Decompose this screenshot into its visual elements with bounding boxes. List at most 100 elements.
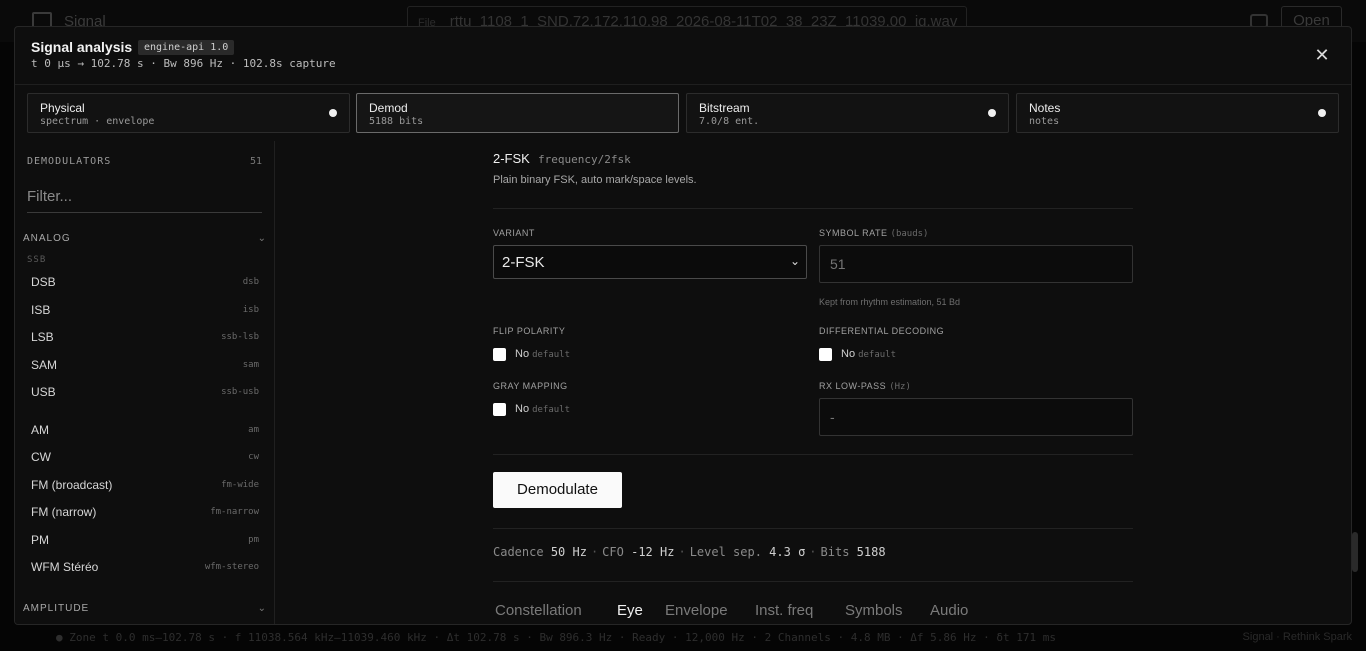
sidebar-item-sam[interactable]: SAM sam (23, 354, 259, 378)
item-code: fm-wide (221, 480, 259, 490)
tab-label: Notes (1029, 101, 1061, 115)
sidebar-item-isb[interactable]: ISB isb (23, 299, 259, 323)
group-label: AMPLITUDE (23, 603, 90, 614)
item-code: ssb-usb (221, 387, 259, 397)
tab-inst-freq[interactable]: Inst. freq (755, 602, 813, 619)
group-label: ANALOG (23, 233, 71, 244)
level-sep-label: Level sep. (689, 545, 762, 559)
item-code: isb (242, 305, 259, 315)
tab-sub: spectrum · envelope (40, 116, 155, 127)
sidebar-heading: DEMODULATORS (27, 156, 112, 167)
bits-value: 5188 (856, 545, 886, 559)
demod-config-panel: 2-FSK frequency/2fsk Plain binary FSK, a… (493, 141, 1133, 624)
rx-lowpass-input[interactable] (819, 398, 1133, 436)
close-icon[interactable]: ✕ (1312, 45, 1332, 65)
tab-sub: 5188 bits (369, 116, 424, 127)
tab-label: Bitstream (699, 101, 750, 115)
modal-title: Signal analysis (31, 39, 133, 55)
flip-value-text: No (515, 348, 530, 360)
flip-polarity-value: No default (515, 348, 570, 360)
default-tag: default (532, 350, 570, 360)
gray-value-text: No (515, 403, 530, 415)
sidebar-item-cw[interactable]: CW cw (23, 446, 259, 470)
cadence-value: 50 Hz (550, 545, 587, 559)
differential-decoding-checkbox[interactable] (819, 348, 832, 361)
group-analog[interactable]: ANALOG ⌄ (23, 233, 267, 244)
algorithm-name: 2-FSK (493, 151, 530, 166)
page-scrollbar[interactable] (1352, 532, 1358, 572)
item-name: AM (31, 423, 49, 437)
gray-mapping-value: No default (515, 403, 570, 415)
sidebar-item-wfm-stereo[interactable]: WFM Stéréo wfm-stereo (23, 556, 259, 580)
tab-physical[interactable]: Physical spectrum · envelope (27, 93, 350, 133)
item-code: wfm-stereo (204, 562, 259, 572)
item-name: FM (broadcast) (31, 478, 113, 492)
tab-eye[interactable]: Eye (617, 602, 643, 619)
divider (493, 454, 1133, 455)
differential-decoding-value: No default (841, 348, 896, 360)
variant-select[interactable]: 2-FSK ⌄ (493, 245, 807, 279)
diff-value-text: No (841, 348, 856, 360)
demodulator-sidebar: DEMODULATORS 51 ANALOG ⌄ SSB DSB dsb ISB i… (15, 141, 275, 624)
tab-audio[interactable]: Audio (930, 602, 968, 619)
tab-constellation[interactable]: Constellation (495, 602, 582, 619)
divider (493, 581, 1133, 582)
item-code: sam (242, 360, 259, 370)
variant-label: VARIANT (493, 228, 535, 238)
item-code: am (248, 425, 259, 435)
sidebar-item-dsb[interactable]: DSB dsb (23, 271, 259, 295)
tab-demod[interactable]: Demod 5188 bits (356, 93, 679, 133)
sidebar-item-lsb[interactable]: LSB ssb-lsb (23, 326, 259, 350)
flip-polarity-checkbox[interactable] (493, 348, 506, 361)
demodulate-button[interactable]: Demodulate (493, 472, 622, 508)
sidebar-item-usb[interactable]: USB ssb-usb (23, 381, 259, 405)
bits-label: Bits (820, 545, 850, 559)
default-tag: default (858, 350, 896, 360)
item-name: PM (31, 533, 49, 547)
group-amplitude[interactable]: AMPLITUDE ⌄ (23, 603, 267, 614)
status-dot-icon (329, 109, 337, 117)
filter-input[interactable] (27, 181, 262, 213)
tab-sub: 7.0/8 ent. (699, 116, 760, 127)
item-code: fm-narrow (210, 507, 259, 517)
tab-symbols[interactable]: Symbols (845, 602, 903, 619)
status-bar: ● Zone t 0.0 ms–102.78 s · f 11038.564 k… (56, 631, 1057, 644)
symbol-rate-hint: Kept from rhythm estimation, 51 Bd (819, 297, 961, 307)
sidebar-item-am[interactable]: AM am (23, 419, 259, 443)
symbol-rate-input[interactable] (819, 245, 1133, 283)
item-name: FM (narrow) (31, 505, 97, 519)
tab-bitstream[interactable]: Bitstream 7.0/8 ent. (686, 93, 1009, 133)
demod-stats: Cadence 50 Hz · CFO -12 Hz · Level sep. 4.3 … (493, 545, 886, 559)
divider (493, 528, 1133, 529)
item-code: ssb-lsb (221, 332, 259, 342)
default-tag: default (532, 405, 570, 415)
status-right: Signal · Rethink Spark (1242, 631, 1352, 643)
sidebar-item-pm[interactable]: PM pm (23, 529, 259, 553)
status-dot-icon (1318, 109, 1326, 117)
item-name: ISB (31, 303, 51, 317)
sidebar-item-fm-wide[interactable]: FM (broadcast) fm-wide (23, 474, 259, 498)
item-name: DSB (31, 275, 56, 289)
tab-sub: notes (1029, 116, 1060, 127)
algorithm-description: Plain binary FSK, auto mark/space levels… (493, 174, 697, 186)
tab-envelope[interactable]: Envelope (665, 602, 728, 619)
tab-label: Demod (369, 101, 408, 115)
rx-lowpass-unit: (Hz) (889, 382, 911, 392)
algorithm-id: frequency/2fsk (538, 153, 631, 166)
sidebar-count: 51 (249, 156, 262, 167)
chevron-down-icon: ⌄ (257, 603, 267, 614)
item-name: CW (31, 450, 51, 464)
sidebar-item-fm-narrow[interactable]: FM (narrow) fm-narrow (23, 501, 259, 525)
level-sep-value: 4.3 σ (769, 545, 806, 559)
item-name: WFM Stéréo (31, 560, 99, 574)
api-badge: engine-api 1.0 (138, 40, 235, 55)
stage-tabs: Physical spectrum · envelope Demod 5188 … (27, 93, 1341, 133)
divider (493, 208, 1133, 209)
tab-notes[interactable]: Notes notes (1016, 93, 1339, 133)
rx-lowpass-label: RX LOW-PASS (Hz) (819, 381, 911, 392)
gray-mapping-checkbox[interactable] (493, 403, 506, 416)
item-name: SAM (31, 358, 58, 372)
status-dot-icon (988, 109, 996, 117)
subgroup-ssb: SSB (27, 255, 47, 265)
chevron-down-icon: ⌄ (257, 233, 267, 244)
